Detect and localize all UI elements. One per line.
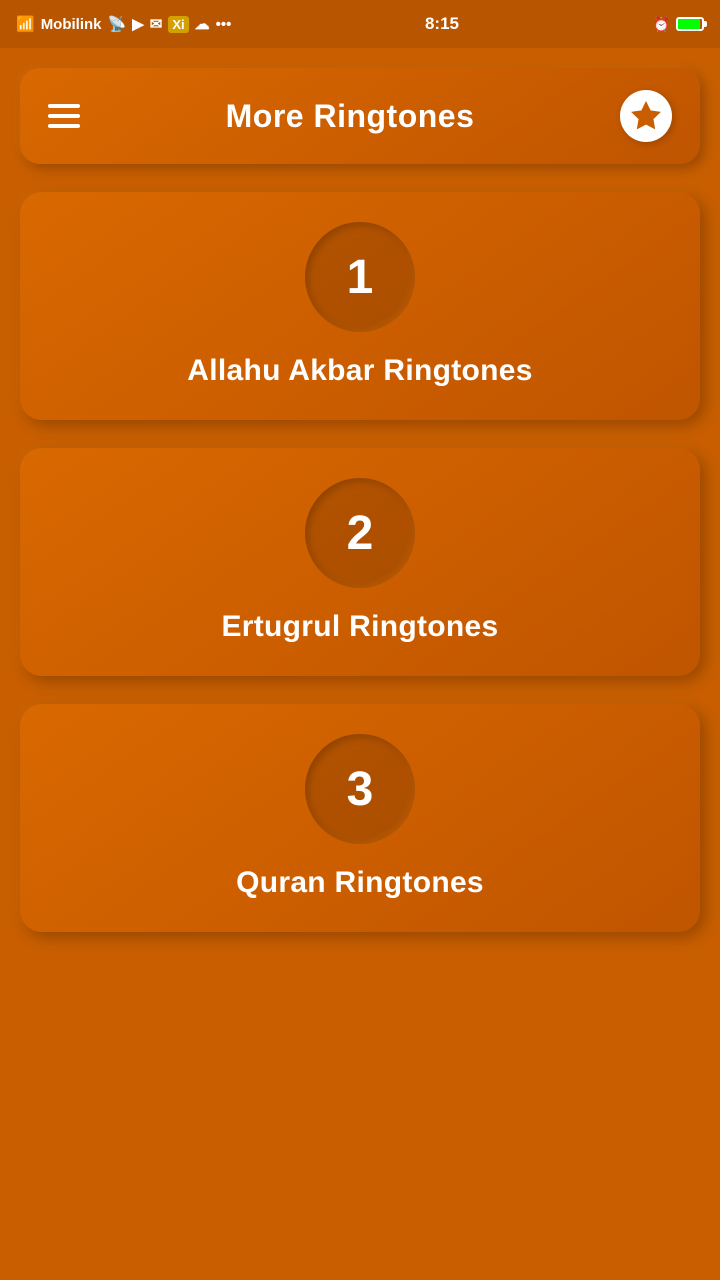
status-bar: 📶 Mobilink 📡 ▶ ✉ Xi ☁ ••• 8:15 ⏰: [0, 0, 720, 48]
card-label-1: Allahu Akbar Ringtones: [187, 354, 533, 388]
ringtone-card-3[interactable]: 3 Quran Ringtones: [20, 704, 700, 932]
card-number-2: 2: [347, 506, 374, 561]
status-left: 📶 Mobilink 📡 ▶ ✉ Xi ☁ •••: [16, 15, 231, 33]
number-circle-1: 1: [305, 222, 415, 332]
battery-indicator: [676, 16, 704, 32]
signal-icon: 📶: [16, 15, 35, 33]
menu-button[interactable]: [48, 104, 80, 128]
alarm-icon: ⏰: [653, 16, 670, 33]
xi-icon: Xi: [168, 16, 188, 33]
mail-icon: ✉: [150, 15, 163, 33]
carrier-name: Mobilink: [41, 16, 102, 33]
status-time: 8:15: [425, 14, 459, 34]
ringtone-card-2[interactable]: 2 Ertugrul Ringtones: [20, 448, 700, 676]
number-circle-3: 3: [305, 734, 415, 844]
status-right: ⏰: [653, 16, 704, 33]
ringtone-card-1[interactable]: 1 Allahu Akbar Ringtones: [20, 192, 700, 420]
number-circle-2: 2: [305, 478, 415, 588]
cloud-icon: ☁: [195, 15, 210, 33]
card-label-2: Ertugrul Ringtones: [221, 610, 498, 644]
star-icon: [629, 99, 663, 133]
cards-container: 1 Allahu Akbar Ringtones 2 Ertugrul Ring…: [0, 164, 720, 960]
wifi-icon: 📡: [108, 15, 127, 33]
app-header: More Ringtones: [20, 68, 700, 164]
card-number-1: 1: [347, 250, 374, 305]
play-icon: ▶: [132, 15, 144, 33]
card-number-3: 3: [347, 762, 374, 817]
page-title: More Ringtones: [226, 98, 475, 135]
favorites-button[interactable]: [620, 90, 672, 142]
more-icon: •••: [216, 16, 232, 33]
card-label-3: Quran Ringtones: [236, 866, 484, 900]
